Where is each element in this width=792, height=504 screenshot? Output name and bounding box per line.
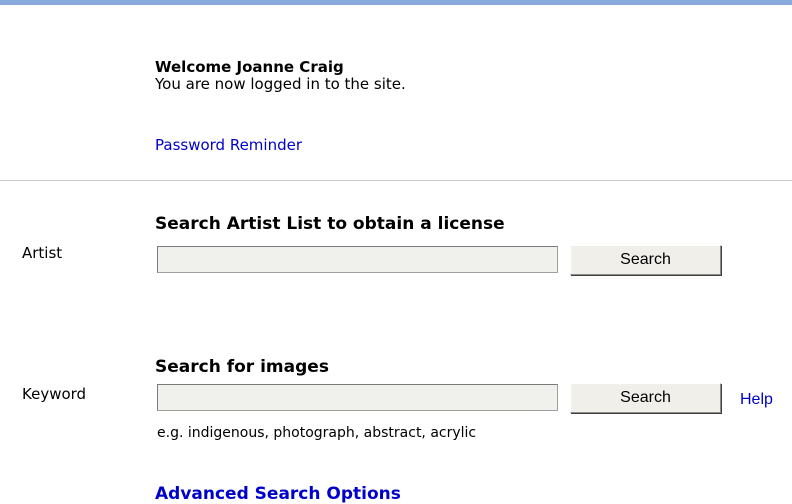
keyword-example-hint: e.g. indigenous, photograph, abstract, a… xyxy=(157,425,477,441)
keyword-label: Keyword xyxy=(22,385,87,403)
advanced-search-options-link[interactable]: Advanced Search Options xyxy=(155,484,401,504)
image-search-heading: Search for images xyxy=(155,357,329,377)
artist-search-heading: Search Artist List to obtain a license xyxy=(155,214,505,234)
help-link[interactable]: Help xyxy=(740,391,773,409)
keyword-search-button[interactable]: Search xyxy=(570,383,721,413)
section-divider xyxy=(0,180,792,181)
keyword-search-input[interactable] xyxy=(157,384,558,411)
password-reminder-link[interactable]: Password Reminder xyxy=(155,136,302,154)
artist-label: Artist xyxy=(22,244,63,262)
artist-search-input[interactable] xyxy=(157,246,558,273)
artist-search-button[interactable]: Search xyxy=(570,245,721,275)
welcome-heading: Welcome Joanne Craig xyxy=(155,58,344,76)
top-accent-bar xyxy=(0,0,792,5)
login-status-message: You are now logged in to the site. xyxy=(155,75,406,93)
